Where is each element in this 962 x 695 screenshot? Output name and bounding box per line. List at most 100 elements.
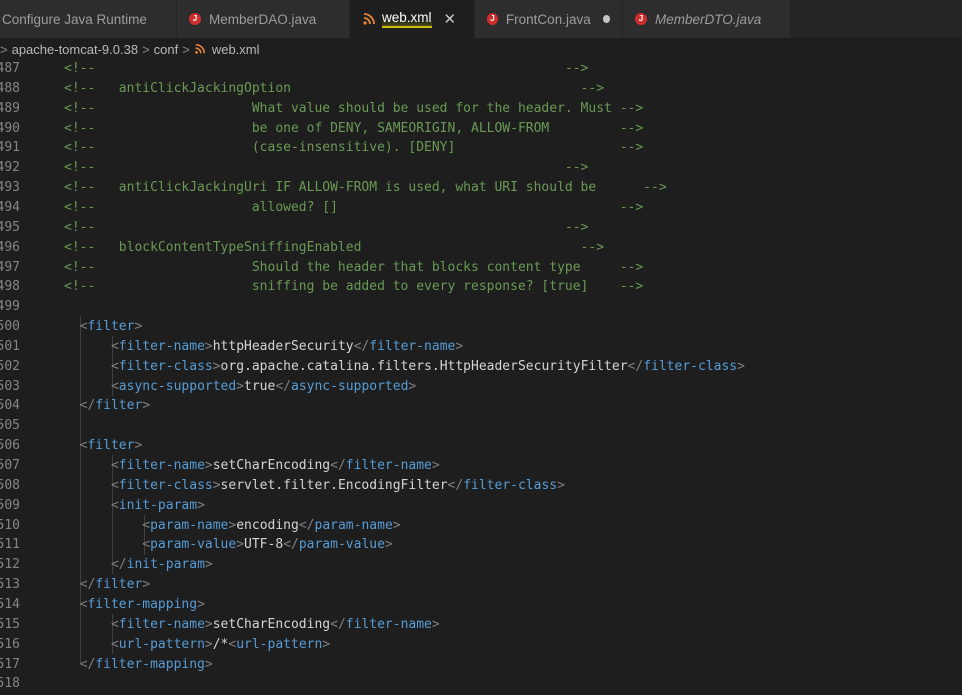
tab-label: web.xml <box>382 10 432 28</box>
code-line[interactable]: 509 <init-param> <box>0 496 962 516</box>
line-number: 497 <box>0 259 20 275</box>
line-number: 502 <box>0 358 20 374</box>
line-number: 498 <box>0 279 20 295</box>
line-number: 491 <box>0 140 20 156</box>
code-line[interactable]: 496 <!-- blockContentTypeSniffingEnabled … <box>0 238 962 258</box>
line-number: 506 <box>0 438 20 454</box>
line-number: 515 <box>0 616 20 632</box>
line-number: 505 <box>0 418 20 434</box>
code-line[interactable]: 488 <!-- antiClickJackingOption --> <box>0 79 962 99</box>
code-line[interactable]: 516 <url-pattern>/*<url-pattern> <box>0 635 962 655</box>
code-text: </filter-mapping> <box>79 656 213 672</box>
code-line[interactable]: 507 <filter-name>setCharEncoding</filter… <box>0 456 962 476</box>
code-text: </filter> <box>79 398 151 414</box>
line-number: 494 <box>0 199 20 215</box>
code-text: </filter> <box>79 577 151 593</box>
code-line[interactable]: 495 <!-- --> <box>0 218 962 238</box>
tab-configure-java-runtime[interactable]: Configure Java Runtime <box>0 0 177 38</box>
code-text: <!-- Should the header that blocks conte… <box>64 259 644 275</box>
code-text: <!-- allowed? [] --> <box>64 199 644 215</box>
code-line[interactable]: 503 <async-supported>true</async-support… <box>0 377 962 397</box>
chevron-right-icon: > <box>182 41 190 57</box>
code-text: <filter> <box>79 319 143 335</box>
code-line[interactable]: 502 <filter-class>org.apache.catalina.fi… <box>0 357 962 377</box>
code-editor[interactable]: 487 <!-- --> 488 <!-- antiClickJackingOptio… <box>0 59 962 695</box>
code-text: <init-param> <box>110 497 205 513</box>
tab-label: MemberDTO.java <box>655 11 762 27</box>
xml-feed-icon <box>363 13 375 25</box>
code-line[interactable]: 517 </filter-mapping> <box>0 655 962 675</box>
code-text: <filter-name>httpHeaderSecurity</filter-… <box>110 338 464 354</box>
code-text: <!-- --> <box>64 61 589 76</box>
code-line[interactable]: 511 <param-value>UTF-8</param-value> <box>0 535 962 555</box>
code-text: <!-- blockContentTypeSniffingEnabled --> <box>64 239 605 255</box>
code-text: <filter-class>servlet.filter.EncodingFil… <box>110 477 565 493</box>
java-icon: J <box>635 13 647 25</box>
code-line[interactable]: 498 <!-- sniffing be added to every respo… <box>0 277 962 297</box>
close-icon[interactable]: ✕ <box>444 10 457 28</box>
tab-web-xml[interactable]: web.xml ✕ <box>350 0 475 38</box>
code-text: <!-- be one of DENY, SAMEORIGIN, ALLOW-F… <box>64 120 644 136</box>
code-text: <filter-name>setCharEncoding</filter-nam… <box>110 458 440 473</box>
breadcrumb-item[interactable]: conf <box>154 42 179 57</box>
line-number: 500 <box>0 319 20 335</box>
line-number: 495 <box>0 219 20 235</box>
tab-memberdto-java[interactable]: J MemberDTO.java <box>623 0 791 38</box>
line-number: 496 <box>0 239 20 255</box>
code-line[interactable]: 490 <!-- be one of DENY, SAMEORIGIN, ALLO… <box>0 119 962 139</box>
line-number: 510 <box>0 517 20 533</box>
line-number: 508 <box>0 477 20 493</box>
line-number: 513 <box>0 577 20 593</box>
code-text: <filter-name>setCharEncoding</filter-nam… <box>110 616 440 632</box>
code-line[interactable]: 512 </init-param> <box>0 555 962 575</box>
code-line[interactable]: 518 <box>0 674 962 694</box>
tab-label: Configure Java Runtime <box>2 11 147 27</box>
tab-memberdao-java[interactable]: J MemberDAO.java <box>177 0 350 38</box>
code-text: <!-- What value should be used for the h… <box>64 100 644 116</box>
code-line[interactable]: 504 </filter> <box>0 396 962 416</box>
code-line[interactable]: 497 <!-- Should the header that blocks co… <box>0 258 962 278</box>
breadcrumb-item[interactable]: apache-tomcat-9.0.38 <box>12 42 138 57</box>
code-line[interactable]: 513 </filter> <box>0 575 962 595</box>
code-line[interactable]: 505 <box>0 416 962 436</box>
breadcrumb-item[interactable]: web.xml <box>212 42 260 57</box>
code-text: <filter-class>org.apache.catalina.filter… <box>110 358 745 374</box>
java-icon: J <box>189 13 201 25</box>
code-line[interactable]: 510 <param-name>encoding</param-name> <box>0 516 962 536</box>
code-line[interactable]: 508 <filter-class>servlet.filter.Encodin… <box>0 476 962 496</box>
line-number: 499 <box>0 299 20 315</box>
code-line[interactable]: 491 <!-- (case-insensitive). [DENY] --> <box>0 138 962 158</box>
code-line[interactable]: 492 <!-- --> <box>0 158 962 178</box>
line-number: 503 <box>0 378 20 394</box>
line-number: 501 <box>0 338 20 354</box>
code-line[interactable]: 501 <filter-name>httpHeaderSecurity</fil… <box>0 337 962 357</box>
code-text: <filter> <box>79 438 143 454</box>
code-line[interactable]: 515 <filter-name>setCharEncoding</filter… <box>0 615 962 635</box>
line-number: 517 <box>0 656 20 672</box>
line-number: 489 <box>0 100 20 116</box>
code-line[interactable]: 489 <!-- What value should be used for th… <box>0 99 962 119</box>
line-number: 518 <box>0 676 20 692</box>
breadcrumb: > apache-tomcat-9.0.38 > conf > web.xml <box>0 38 962 60</box>
code-text: <param-name>encoding</param-name> <box>142 517 401 533</box>
code-text: <!-- antiClickJackingOption --> <box>64 80 605 96</box>
code-text: <!-- (case-insensitive). [DENY] --> <box>64 140 644 156</box>
code-line[interactable]: 500 <filter> <box>0 317 962 337</box>
tab-frontcon-java[interactable]: J FrontCon.java <box>475 0 623 38</box>
unsaved-dot-icon[interactable] <box>602 15 610 23</box>
line-number: 504 <box>0 398 20 414</box>
code-line[interactable]: 506 <filter> <box>0 436 962 456</box>
code-line[interactable]: 493 <!-- antiClickJackingUri IF ALLOW-FRO… <box>0 178 962 198</box>
code-text: </init-param> <box>110 557 213 573</box>
code-line[interactable]: 494 <!-- allowed? [] --> <box>0 198 962 218</box>
line-number: 493 <box>0 180 20 196</box>
code-line[interactable]: 487 <!-- --> <box>0 59 962 79</box>
tab-label: MemberDAO.java <box>209 11 317 27</box>
code-text: <!-- --> <box>64 219 589 235</box>
code-line[interactable]: 499 <box>0 297 962 317</box>
line-number: 487 <box>0 61 20 76</box>
line-number: 490 <box>0 120 20 136</box>
code-text: <param-value>UTF-8</param-value> <box>142 537 393 553</box>
line-number: 488 <box>0 80 20 96</box>
code-line[interactable]: 514 <filter-mapping> <box>0 595 962 615</box>
